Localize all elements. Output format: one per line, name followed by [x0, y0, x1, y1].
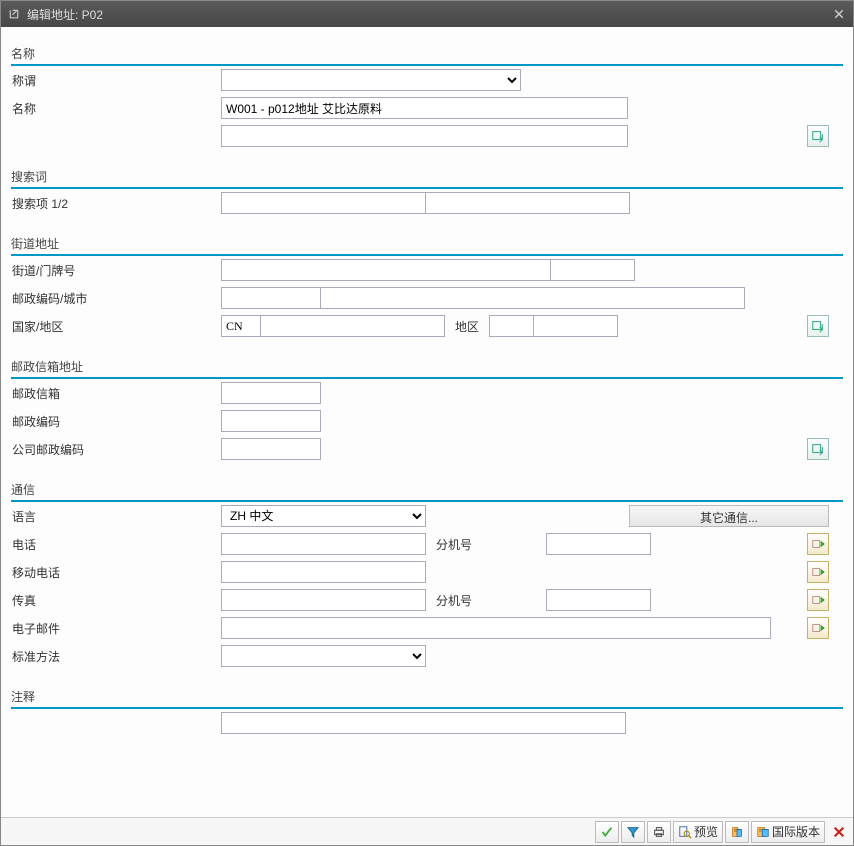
label-region: 地区 [445, 318, 489, 335]
section-header-street: 街道地址 [11, 235, 843, 256]
label-language: 语言 [11, 508, 221, 525]
pobox-input[interactable] [221, 382, 321, 404]
std-select[interactable] [221, 645, 426, 667]
window-icon [7, 7, 21, 21]
label-country: 国家/地区 [11, 318, 221, 335]
label-email: 电子邮件 [11, 620, 221, 637]
arrow-out-button[interactable] [807, 561, 829, 583]
label-fax: 传真 [11, 592, 221, 609]
section-header-pobox: 邮政信箱地址 [11, 358, 843, 379]
preview-button[interactable]: 预览 [673, 821, 723, 843]
mobile-input[interactable] [221, 561, 426, 583]
fax-input[interactable] [221, 589, 426, 611]
pocode-input[interactable] [221, 410, 321, 432]
phone-input[interactable] [221, 533, 426, 555]
section-header-note: 注释 [11, 688, 843, 709]
label-name: 名称 [11, 100, 221, 117]
content-area: 名称 称谓 名称 搜索词 搜索项 [1, 27, 853, 845]
fax-ext-input[interactable] [546, 589, 651, 611]
section-street: 街道地址 街道/门牌号 邮政编码/城市 国家/地区 地区 [11, 235, 843, 340]
company-postal-input[interactable] [221, 438, 321, 460]
close-icon[interactable] [831, 6, 847, 22]
footer-close-icon[interactable] [829, 822, 849, 842]
label-phone: 电话 [11, 536, 221, 553]
label-ext: 分机号 [426, 536, 546, 553]
label-salutation: 称谓 [11, 72, 221, 89]
section-header-name: 名称 [11, 45, 843, 66]
search1-input[interactable] [221, 192, 426, 214]
arrow-out-button[interactable] [807, 533, 829, 555]
salutation-select[interactable] [221, 69, 521, 91]
postal-input[interactable] [221, 287, 321, 309]
titlebar: 编辑地址: P02 [1, 1, 853, 27]
language-select[interactable]: ZH 中文 [221, 505, 426, 527]
expand-button[interactable] [807, 438, 829, 460]
label-search-term: 搜索项 1/2 [11, 195, 221, 212]
expand-button[interactable] [807, 315, 829, 337]
window-title: 编辑地址: P02 [27, 6, 103, 23]
section-comm: 通信 语言 ZH 中文 其它通信... 电话 分机号 移动电话 [11, 481, 843, 670]
search2-input[interactable] [425, 192, 630, 214]
intl-label: 国际版本 [772, 823, 820, 840]
street-input[interactable] [221, 259, 551, 281]
section-note: 注释 [11, 688, 843, 737]
houseno-input[interactable] [550, 259, 635, 281]
label-pobox: 邮政信箱 [11, 385, 221, 402]
region-name-input[interactable] [533, 315, 618, 337]
note-input[interactable] [221, 712, 626, 734]
expand-button[interactable] [807, 125, 829, 147]
section-pobox: 邮政信箱地址 邮政信箱 邮政编码 公司邮政编码 [11, 358, 843, 463]
name2-input[interactable] [221, 125, 628, 147]
country-input[interactable] [221, 315, 261, 337]
section-header-search: 搜索词 [11, 168, 843, 189]
country-name-input[interactable] [260, 315, 445, 337]
name-input[interactable] [221, 97, 628, 119]
label-std: 标准方法 [11, 648, 221, 665]
label-postal: 邮政编码/城市 [11, 290, 221, 307]
ext-input[interactable] [546, 533, 651, 555]
email-input[interactable] [221, 617, 771, 639]
filter-button[interactable] [621, 821, 645, 843]
print-button[interactable] [647, 821, 671, 843]
label-pocode: 邮政编码 [11, 413, 221, 430]
region-input[interactable] [489, 315, 534, 337]
section-header-comm: 通信 [11, 481, 843, 502]
other-comm-button[interactable]: 其它通信... [629, 505, 829, 527]
label-fax-ext: 分机号 [426, 592, 546, 609]
section-search: 搜索词 搜索项 1/2 [11, 168, 843, 217]
arrow-out-button[interactable] [807, 617, 829, 639]
check-button[interactable] [595, 821, 619, 843]
section-name: 名称 称谓 名称 [11, 45, 843, 150]
label-company-postal: 公司邮政编码 [11, 441, 221, 458]
preview-label: 预览 [694, 823, 718, 840]
city-input[interactable] [320, 287, 745, 309]
arrow-out-button[interactable] [807, 589, 829, 611]
footer-toolbar: 预览 国际版本 [1, 817, 853, 845]
intl-button[interactable]: 国际版本 [751, 821, 825, 843]
label-mobile: 移动电话 [11, 564, 221, 581]
address-icon-button[interactable] [725, 821, 749, 843]
label-street: 街道/门牌号 [11, 262, 221, 279]
